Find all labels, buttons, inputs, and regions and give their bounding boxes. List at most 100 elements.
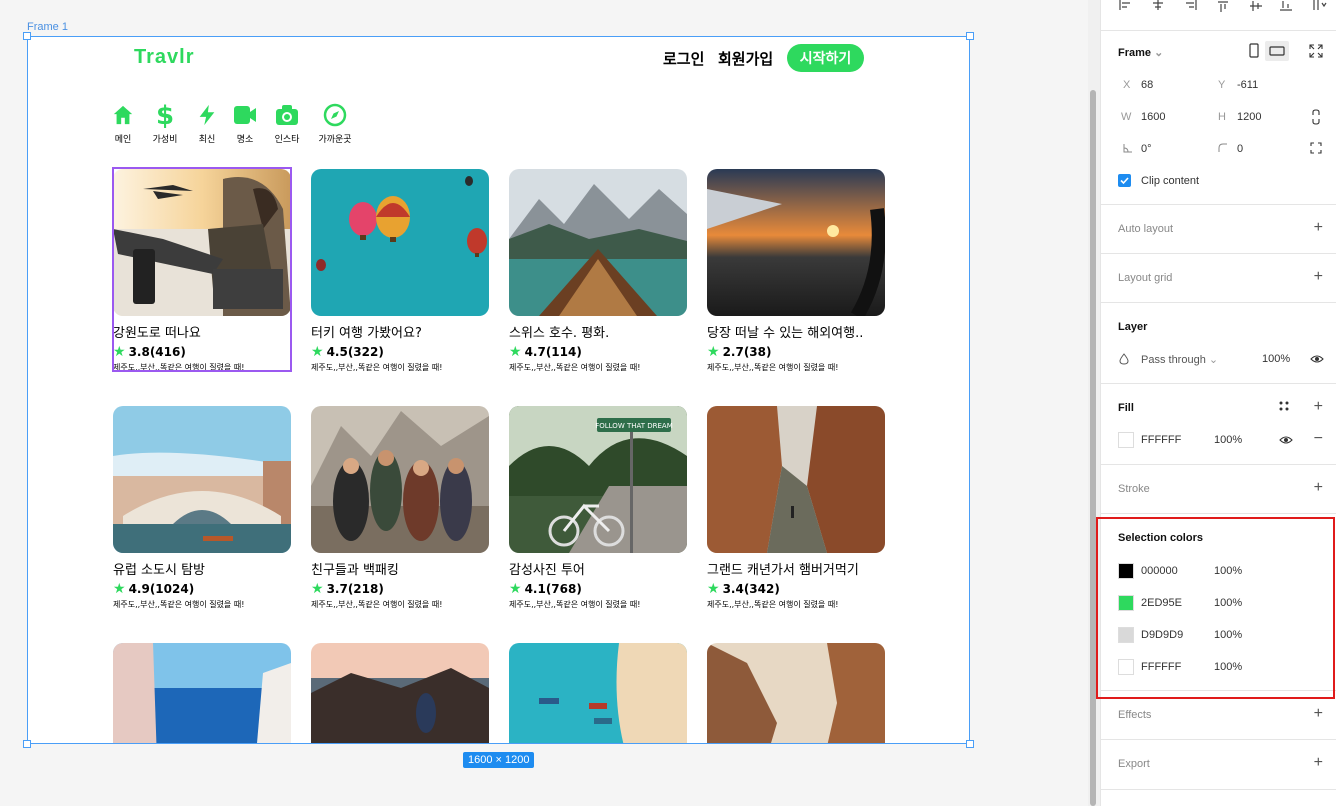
fill-swatch[interactable] [1118,432,1134,448]
card-rating-value: 4.7(114) [524,345,582,359]
portrait-icon[interactable] [1248,43,1260,59]
svg-text:$: $ [156,102,174,128]
card-grand-canyon[interactable]: 그랜드 캐년가서 햄버거먹기 ★ 3.4(342) 제주도,,부산,,똑같은 여행… [707,406,885,610]
card-title: 감성사진 투어 [509,563,585,578]
selection-colors-title: Selection colors [1118,532,1203,544]
frame-section: Frame ⌄ X 68 Y -611 W 1600 H 1200 0° 0 C… [1101,30,1336,204]
dollar-icon: $ [152,102,178,128]
star-icon: ★ [113,344,126,360]
card-rating-value: 3.8(416) [128,345,186,359]
card-overseas[interactable]: 당장 떠날 수 있는 해외여행.. ★ 2.7(38) 제주도,,부산,,똑같은 … [707,169,885,373]
card-santorini[interactable] [113,643,291,744]
card-image-coast [311,643,489,744]
fill-visibility-icon[interactable] [1279,435,1293,448]
selection-color-opacity[interactable]: 100% [1214,661,1242,673]
card-canyon-2[interactable] [707,643,885,744]
corner-radius-input[interactable]: 0 [1237,143,1243,155]
card-rating-value: 4.5(322) [326,345,384,359]
card-image-lake [509,169,687,316]
card-swiss[interactable]: 스위스 호수. 평화. ★ 4.7(114) 제주도,,부산,,똑같은 여행이 질… [509,169,687,373]
card-description: 제주도,,부산,,똑같은 여행이 질렸을 때! [311,363,443,372]
frame-section-title[interactable]: Frame ⌄ [1118,46,1163,59]
card-rating-value: 2.7(38) [722,345,772,359]
card-image-bicycle: FOLLOW THAT DREAM [509,406,687,553]
fill-opacity-input[interactable]: 100% [1214,434,1242,446]
add-fill-icon[interactable]: + [1314,398,1323,416]
independent-corners-icon[interactable] [1310,142,1322,157]
fill-hex-input[interactable]: FFFFFF [1141,434,1181,446]
blend-mode-select[interactable]: Pass through ⌄ [1141,353,1218,366]
selection-color-hex[interactable]: 000000 [1141,565,1178,577]
effects-title: Effects [1118,709,1152,721]
card-backpacking[interactable]: 친구들과 백패킹 ★ 3.7(218) 제주도,,부산,,똑같은 여행이 질렸을 … [311,406,489,610]
selection-color-swatch[interactable] [1118,563,1134,579]
layout-grid-section: Layout grid + [1101,253,1336,302]
properties-panel: Frame ⌄ X 68 Y -611 W 1600 H 1200 0° 0 C… [1100,0,1336,806]
card-coast[interactable] [311,643,489,744]
rotation-input[interactable]: 0° [1141,143,1152,155]
card-image-plane-window [707,169,885,316]
clip-content-checkbox[interactable] [1118,174,1131,187]
selection-color-swatch[interactable] [1118,595,1134,611]
eye-icon[interactable] [1310,354,1324,367]
selection-color-hex[interactable]: 2ED95E [1141,597,1182,609]
selection-color-hex[interactable]: D9D9D9 [1141,629,1183,641]
category-insta[interactable]: 인스타 [262,102,312,145]
remove-fill-icon[interactable]: − [1314,430,1323,448]
frame-label[interactable]: Frame 1 [27,21,68,33]
card-title: 친구들과 백패킹 [311,563,399,578]
export-section: Export + [1101,739,1336,806]
frame-1[interactable]: Travlr 로그인 회원가입 시작하기 메인 $ 가성비 최신 명소 인스타 … [27,36,970,744]
layer-opacity-input[interactable]: 100% [1262,353,1290,365]
stroke-title: Stroke [1118,483,1150,495]
y-input[interactable]: -611 [1237,79,1258,91]
selection-color-swatch[interactable] [1118,659,1134,675]
resize-handle-top-right[interactable] [966,32,974,40]
fill-section: Fill + FFFFFF 100% − [1101,383,1336,464]
style-grid-icon[interactable] [1279,401,1289,414]
card-beach[interactable] [509,643,687,744]
blend-mode-icon [1119,353,1129,368]
category-nearby[interactable]: 가까운곳 [310,102,360,145]
scrollbar-thumb[interactable] [1090,90,1096,806]
w-label: W [1121,111,1132,123]
design-canvas[interactable]: Frame 1 Travlr 로그인 회원가입 시작하기 메인 $ 가성비 최신 [0,0,1088,806]
height-input[interactable]: 1200 [1237,111,1261,123]
selection-color-opacity[interactable]: 100% [1214,597,1242,609]
add-effect-icon[interactable]: + [1314,705,1323,723]
card-rating-value: 4.1(768) [524,582,582,596]
constrain-proportions-icon[interactable] [1311,109,1321,128]
resize-handle-bottom-left[interactable] [23,740,31,748]
selection-color-opacity[interactable]: 100% [1214,629,1242,641]
card-europe[interactable]: 유럽 소도시 탐방 ★ 4.9(1024) 제주도,,부산,,똑같은 여행이 질렸… [113,406,291,610]
card-image-friends [311,406,489,553]
resize-handle-bottom-right[interactable] [966,740,974,748]
card-image-airport [113,169,291,316]
compass-icon [322,102,348,128]
resize-handle-top-left[interactable] [23,32,31,40]
card-rating: ★ 4.7(114) [509,344,687,360]
add-stroke-icon[interactable]: + [1314,479,1323,497]
card-turkey[interactable]: 터키 여행 가봤어요? ★ 4.5(322) 제주도,,부산,,똑같은 여행이 질… [311,169,489,373]
signup-link[interactable]: 회원가입 [718,48,773,69]
add-auto-layout-icon[interactable]: + [1314,219,1323,237]
layer-section: Layer Pass through ⌄ 100% [1101,302,1336,383]
add-export-icon[interactable]: + [1314,754,1323,772]
panel-divider [1101,789,1336,790]
h-label: H [1218,111,1226,123]
clip-content-label: Clip content [1141,175,1200,187]
selection-color-opacity[interactable]: 100% [1214,565,1242,577]
login-link[interactable]: 로그인 [663,48,704,69]
card-gangwon[interactable]: 강원도로 떠나요 ★ 3.8(416) 제주도,,부산,,똑같은 여행이 질렸을 … [113,169,291,373]
landscape-icon[interactable] [1265,41,1289,61]
resize-to-fit-icon[interactable] [1309,44,1323,61]
add-layout-grid-icon[interactable]: + [1314,268,1323,286]
card-photo-tour[interactable]: FOLLOW THAT DREAM 감성사진 투어 ★ 4.1(768) 제주도,… [509,406,687,610]
width-input[interactable]: 1600 [1141,111,1165,123]
canvas-scrollbar[interactable] [1088,0,1100,806]
selection-color-hex[interactable]: FFFFFF [1141,661,1181,673]
selection-color-swatch[interactable] [1118,627,1134,643]
start-button[interactable]: 시작하기 [787,44,864,72]
star-icon: ★ [113,581,126,597]
x-input[interactable]: 68 [1141,79,1153,91]
